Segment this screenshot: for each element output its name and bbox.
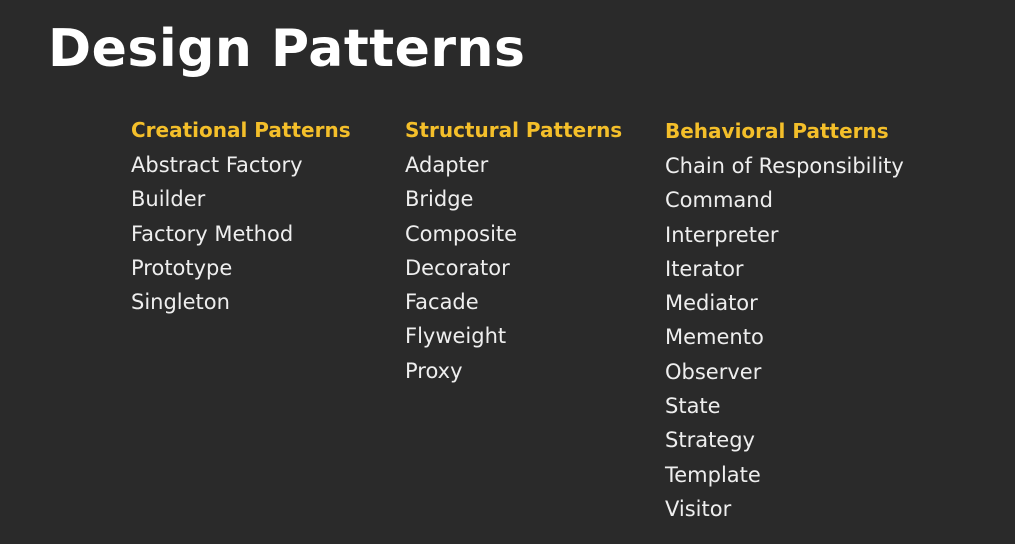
list-item: Factory Method — [131, 221, 294, 246]
list-item: Command — [665, 188, 773, 213]
list-item: Memento — [665, 325, 764, 350]
list-item: Flyweight — [405, 324, 507, 349]
list-item: Abstract Factory — [131, 153, 303, 177]
column-heading-structural: Structural Patterns — [405, 118, 623, 142]
list-item: Adapter — [405, 153, 489, 177]
creational-patterns-list: Abstract Factory Builder Factory Method … — [131, 148, 351, 319]
list-item: Strategy — [665, 428, 755, 453]
behavioral-patterns-column: Behavioral Patterns Chain of Responsibil… — [665, 118, 904, 526]
column-heading-creational: Creational Patterns — [131, 118, 351, 142]
list-item: Iterator — [665, 256, 744, 281]
list-item: Facade — [405, 290, 479, 315]
list-item: Chain of Responsibility — [665, 154, 904, 178]
slide-title: Design Patterns — [48, 19, 526, 79]
list-item: Composite — [405, 221, 518, 246]
list-item: Mediator — [665, 291, 758, 316]
structural-patterns-column: Structural Patterns Adapter Bridge Compo… — [405, 117, 622, 388]
list-item: Observer — [665, 359, 762, 384]
list-item: Bridge — [405, 187, 474, 212]
list-item: Prototype — [131, 255, 233, 280]
column-heading-behavioral: Behavioral Patterns — [665, 119, 889, 143]
slide: Design Patterns Creational Patterns Abst… — [0, 0, 1015, 544]
list-item: State — [665, 394, 721, 419]
list-item: Decorator — [405, 255, 510, 280]
list-item: Template — [665, 462, 761, 487]
behavioral-patterns-list: Chain of Responsibility Command Interpre… — [665, 149, 904, 526]
list-item: Builder — [131, 187, 206, 212]
list-item: Visitor — [665, 496, 732, 521]
list-item: Proxy — [405, 358, 463, 383]
structural-patterns-list: Adapter Bridge Composite Decorator Facad… — [405, 148, 622, 388]
list-item: Interpreter — [665, 222, 779, 247]
list-item: Singleton — [131, 290, 230, 315]
creational-patterns-column: Creational Patterns Abstract Factory Bui… — [131, 117, 351, 319]
